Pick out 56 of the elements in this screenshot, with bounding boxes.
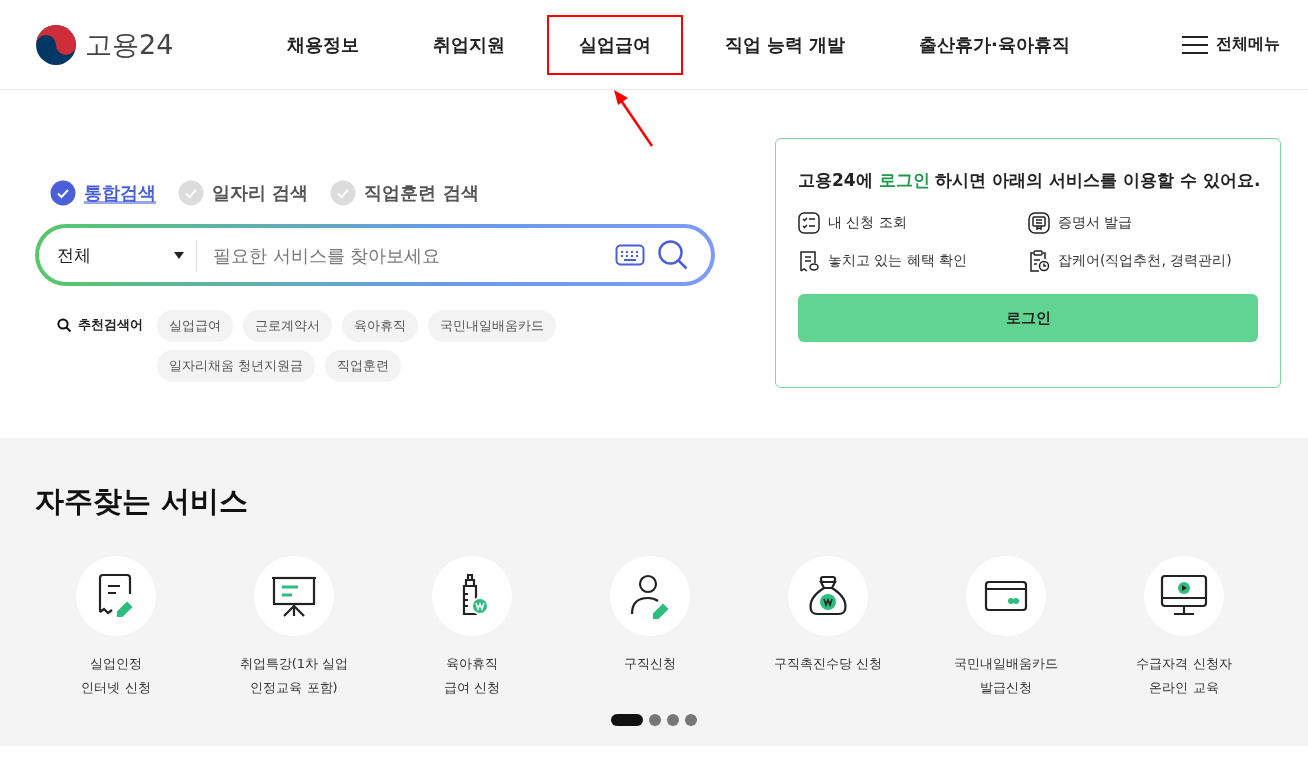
category-dropdown[interactable]: 전체 — [57, 239, 197, 271]
service-label[interactable]: 국민내일배움카드 발급신청 — [954, 652, 1058, 700]
service-label[interactable]: 수급자격 신청자 온라인 교육 — [1136, 652, 1232, 700]
service-label[interactable]: 구직촉진수당 신청 — [773, 652, 883, 676]
card-icon[interactable] — [966, 556, 1046, 636]
keyword-tag[interactable]: 근로계약서 — [243, 310, 332, 342]
carousel-dot[interactable] — [685, 714, 697, 726]
annotation-arrow — [612, 88, 656, 148]
nav-link[interactable]: 취업지원 — [400, 14, 537, 75]
logo-icon — [35, 23, 77, 66]
keyboard-icon[interactable] — [615, 244, 645, 266]
search-icon[interactable] — [657, 239, 689, 271]
feature-label[interactable]: 증명서 발급 — [1058, 214, 1133, 232]
service-label[interactable]: 취업특강(1차 실업 인정교육 포함) — [239, 652, 349, 700]
service-label[interactable]: 육아휴직 급여 신청 — [443, 652, 501, 700]
section-title: 자주찾는 서비스 — [35, 483, 250, 520]
menu-icon — [1182, 34, 1208, 55]
search-tab[interactable]: 직업훈련 검색 — [330, 180, 479, 206]
nav-link[interactable]: 실업급여 — [546, 14, 683, 75]
receipt-icon — [798, 250, 820, 272]
feature-label[interactable]: 내 신청 조회 — [828, 214, 907, 232]
nav-link[interactable]: 출산휴가·육아휴직 — [887, 14, 1102, 75]
keyword-tag[interactable]: 국민내일배움카드 — [428, 310, 556, 342]
service-label[interactable]: 구직신청 — [624, 652, 676, 676]
nav-link[interactable]: 직업 능력 개발 — [692, 14, 878, 75]
login-message: 고용24에 로그인 하시면 아래의 서비스를 이용할 수 있어요. — [798, 169, 1258, 192]
clipboard-icon — [1028, 250, 1050, 272]
service-label[interactable]: 실업인정 인터넷 신청 — [81, 652, 151, 700]
presentation-board-icon[interactable] — [254, 556, 334, 636]
monitor-play-icon[interactable] — [1144, 556, 1224, 636]
feature-label[interactable]: 놓치고 있는 혜택 확인 — [828, 252, 968, 270]
recommended-label: 추천검색어 — [78, 316, 143, 334]
all-menu-button[interactable]: 전체메뉴 — [1182, 34, 1280, 55]
feature-label[interactable]: 잡케어(직업추천, 경력관리) — [1058, 252, 1232, 270]
person-pen-icon[interactable] — [610, 556, 690, 636]
check-circle-icon — [50, 180, 76, 206]
money-bag-icon[interactable] — [788, 556, 868, 636]
check-circle-icon — [330, 180, 357, 206]
certificate-icon — [1028, 212, 1050, 234]
search-tab[interactable]: 통합검색 — [50, 180, 156, 206]
nav-link[interactable]: 채용정보 — [255, 14, 391, 75]
carousel-dot[interactable] — [667, 714, 679, 726]
keyword-tag[interactable]: 육아휴직 — [342, 310, 418, 342]
search-icon — [57, 317, 72, 333]
caret-icon — [174, 251, 184, 259]
document-pen-icon[interactable] — [76, 556, 156, 636]
check-circle-icon — [178, 180, 204, 206]
search-tab[interactable]: 일자리 검색 — [178, 180, 309, 206]
login-button[interactable]: 로그인 — [798, 294, 1258, 342]
carousel-dot[interactable] — [649, 714, 661, 726]
keyword-tag[interactable]: 실업급여 — [157, 310, 233, 342]
keyword-tag[interactable]: 직업훈련 — [325, 350, 402, 382]
keyword-tag[interactable]: 일자리채움 청년지원금 — [157, 350, 316, 382]
logo-text[interactable]: 고용24 — [85, 26, 174, 63]
baby-bottle-icon[interactable] — [432, 556, 512, 636]
checklist-icon — [798, 212, 820, 234]
